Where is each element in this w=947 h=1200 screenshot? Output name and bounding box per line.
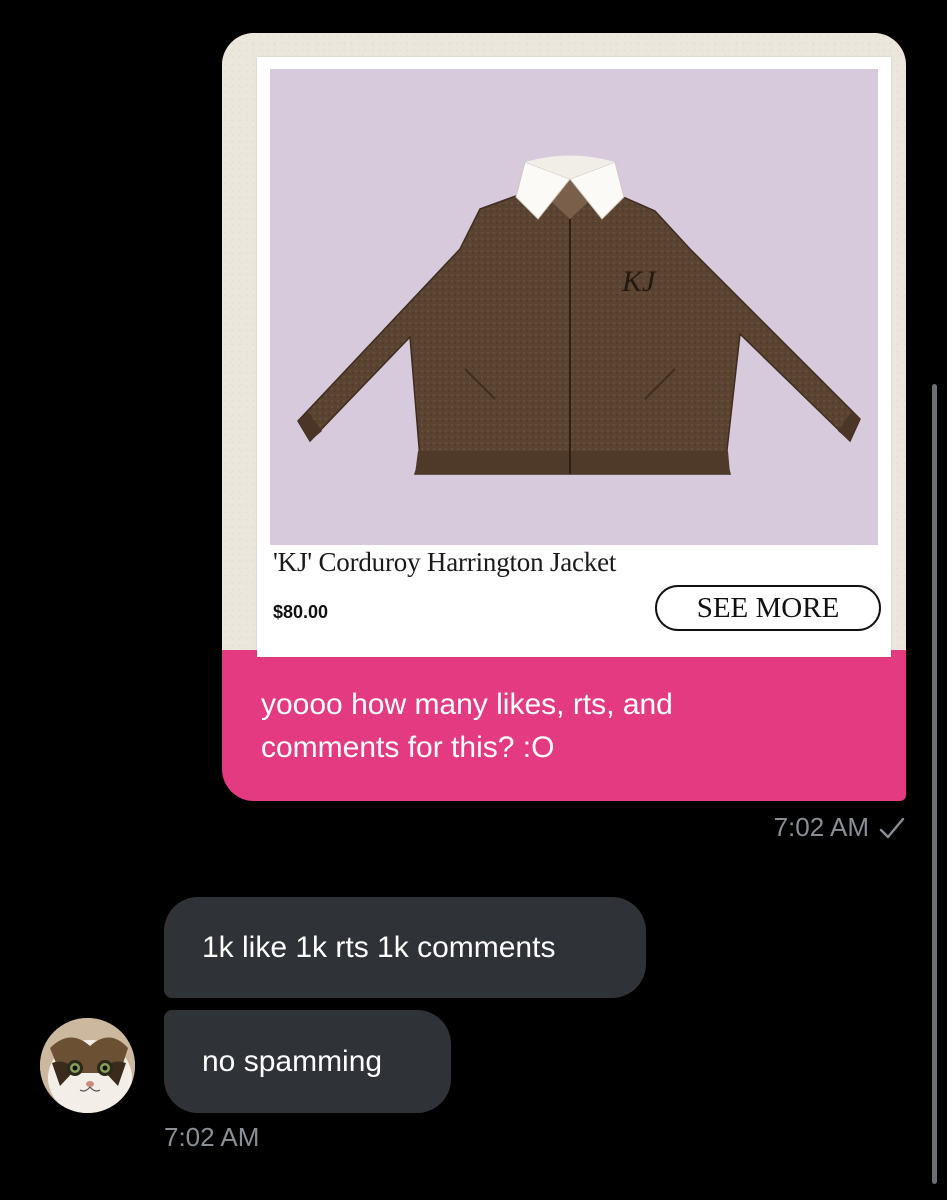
product-name: 'KJ' Corduroy Harrington Jacket xyxy=(273,547,617,577)
sent-message-bubble[interactable]: KJ 'KJ' Corduroy Harrington Jacket $80.0… xyxy=(222,33,906,801)
scrollbar[interactable] xyxy=(932,384,937,1184)
received-message-text: no spamming xyxy=(202,1044,383,1078)
received-timestamp: 7:02 AM xyxy=(164,1122,260,1152)
see-more-button[interactable]: SEE MORE xyxy=(655,585,881,631)
dm-conversation: KJ 'KJ' Corduroy Harrington Jacket $80.0… xyxy=(0,0,947,1200)
sent-message-text: yoooo how many likes, rts, and comments … xyxy=(261,683,881,769)
sent-timestamp: 7:02 AM xyxy=(773,812,869,842)
received-message-bubble[interactable]: no spamming xyxy=(164,1010,451,1113)
product-price: $80.00 xyxy=(273,602,329,622)
received-message-bubble[interactable]: 1k like 1k rts 1k comments xyxy=(164,897,646,998)
sent-message-line: comments for this? :O xyxy=(261,731,555,764)
sent-message-line: yoooo how many likes, rts, and xyxy=(261,688,673,721)
checkmark-icon xyxy=(879,817,905,838)
sent-message-meta: 7:02 AM xyxy=(774,812,907,843)
cat-avatar-icon xyxy=(40,1018,135,1113)
received-message-text: 1k like 1k rts 1k comments xyxy=(202,930,556,964)
product-card[interactable]: KJ 'KJ' Corduroy Harrington Jacket $80.0… xyxy=(257,57,891,657)
svg-text:KJ: KJ xyxy=(621,265,657,298)
image-attachment[interactable]: KJ 'KJ' Corduroy Harrington Jacket $80.0… xyxy=(222,33,906,657)
cat-avatar[interactable] xyxy=(40,1018,135,1113)
product-image[interactable]: KJ xyxy=(270,69,878,545)
jacket-image: KJ xyxy=(297,155,861,475)
